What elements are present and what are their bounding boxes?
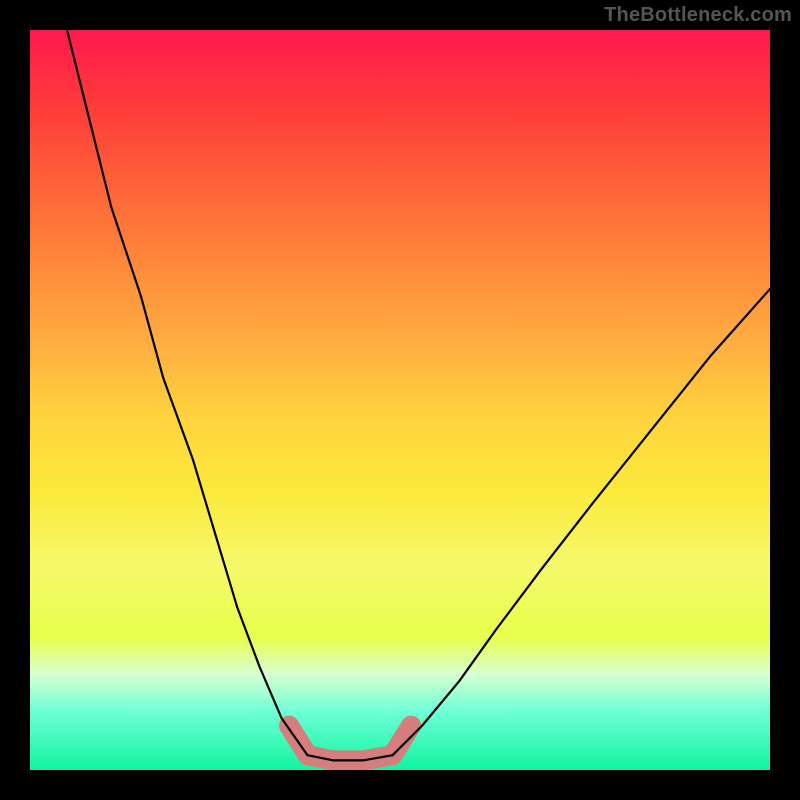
chart-curve-right [393, 289, 770, 755]
chart-svg [30, 30, 770, 770]
watermark-text: TheBottleneck.com [604, 4, 792, 27]
chart-curve-left [67, 30, 308, 755]
chart-plot-area [30, 30, 770, 770]
chart-highlight-segment [289, 726, 411, 761]
chart-frame: TheBottleneck.com [0, 0, 800, 800]
chart-curve-floor [308, 755, 393, 760]
